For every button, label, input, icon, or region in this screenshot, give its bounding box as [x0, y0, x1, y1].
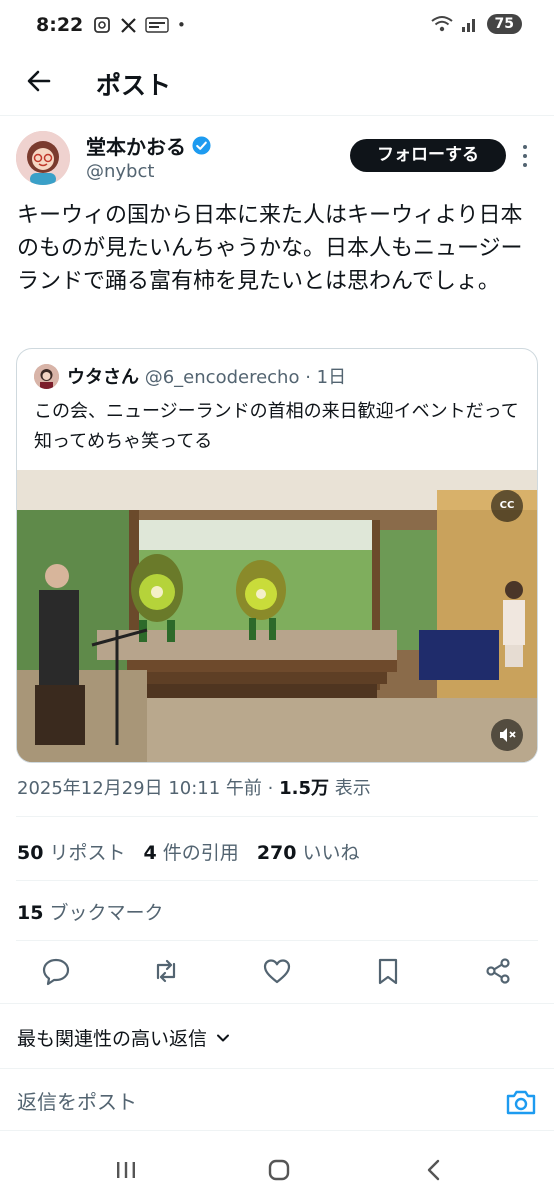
back-arrow-icon[interactable] [22, 64, 56, 98]
like-heart-icon[interactable] [262, 956, 292, 986]
reply-composer [0, 1070, 554, 1132]
divider [16, 816, 538, 817]
avatar-illustration [16, 131, 70, 185]
divider [0, 1130, 554, 1131]
action-bar [0, 946, 554, 998]
author-handle[interactable]: @nybct [86, 161, 154, 182]
manga-app-icon [145, 17, 169, 33]
x-icon [121, 17, 136, 33]
bookmarks-stat[interactable]: 15 ブックマーク [17, 898, 164, 925]
clock: 8:22 [36, 14, 84, 36]
wifi-icon [430, 16, 453, 32]
author-name-text: 堂本かおる [86, 135, 186, 159]
tweet-text: キーウィの国から日本に来た人はキーウィより日本のものが見たいんちゃうかな。日本人… [17, 203, 523, 294]
captions-button[interactable]: CC [491, 490, 523, 522]
camera-icon[interactable] [505, 1088, 537, 1116]
signal-icon [461, 19, 475, 32]
quoted-timestamp: · 1日 [305, 367, 347, 388]
repost-icon[interactable] [151, 956, 181, 986]
quoted-author-name: ウタさん [67, 367, 139, 388]
divider [16, 880, 538, 881]
quoted-author-avatar [34, 364, 59, 389]
likes-label: いいね [302, 842, 360, 864]
status-bar: 8:22 • 75 [0, 0, 554, 52]
bookmarks-label: ブックマーク [49, 902, 164, 924]
engagement-stats: 50 リポスト 4 件の引用 270 いいね [17, 838, 360, 865]
back-nav-icon[interactable] [420, 1156, 448, 1184]
post-metadata: 2025年12月29日 10:11 午前 · 1.5万 表示 [17, 774, 371, 800]
reposts-label: リポスト [49, 842, 126, 864]
more-options-icon[interactable] [518, 140, 532, 172]
author-name[interactable]: 堂本かおる [86, 131, 211, 160]
quoted-header: ウタさん @6_encoderecho · 1日 [67, 363, 346, 389]
dot-icon: • [177, 16, 186, 34]
likes-stat[interactable]: 270 いいね [257, 838, 360, 865]
mute-button[interactable] [491, 719, 523, 751]
post-timestamp: 2025年12月29日 10:11 午前 · [17, 778, 274, 799]
bookmarks-count: 15 [17, 902, 44, 924]
quotes-count: 4 [143, 842, 157, 864]
battery-indicator: 75 [486, 14, 522, 34]
reply-input[interactable] [17, 1090, 467, 1114]
follow-button[interactable]: フォローする [350, 139, 506, 172]
bookmark-icon[interactable] [373, 956, 403, 986]
divider [0, 1003, 554, 1004]
quotes-label: 件の引用 [162, 842, 239, 864]
quoted-text: この会、ニュージーランドの首相の来日歓迎イベントだって知ってめちゃ笑ってる [34, 401, 519, 452]
reply-sort-dropdown[interactable]: 最も関連性の高い返信 [17, 1024, 231, 1051]
quoted-avatar-image [34, 364, 59, 389]
reply-icon[interactable] [41, 956, 71, 986]
verified-badge-icon [192, 136, 211, 155]
view-label: 表示 [334, 778, 371, 799]
likes-count: 270 [256, 842, 297, 864]
top-bar: ポスト [0, 52, 554, 116]
reply-sort-label: 最も関連性の高い返信 [17, 1028, 208, 1050]
chevron-down-icon [217, 1034, 230, 1041]
video-thumbnail[interactable] [17, 470, 537, 763]
quoted-post[interactable]: ウタさん @6_encoderecho · 1日 この会、ニュージーランドの首相… [16, 348, 538, 763]
system-icons: 75 [430, 14, 522, 34]
share-icon[interactable] [483, 956, 513, 986]
quoted-author-handle: @6_encoderecho [144, 367, 300, 388]
view-count: 1.5万 [279, 778, 330, 799]
quotes-stat[interactable]: 4 件の引用 [144, 838, 239, 865]
reposts-stat[interactable]: 50 リポスト [17, 838, 126, 865]
divider [0, 1068, 554, 1069]
system-navigation-bar [0, 1140, 554, 1200]
notification-icons: • [92, 15, 186, 35]
reposts-count: 50 [17, 842, 44, 864]
speaker-muted-icon [500, 728, 516, 742]
screenshot-icon [94, 17, 110, 33]
author-avatar[interactable] [16, 131, 70, 185]
divider [16, 940, 538, 941]
recent-apps-icon[interactable] [112, 1156, 140, 1184]
home-icon[interactable] [265, 1156, 293, 1184]
page-title: ポスト [96, 71, 172, 100]
